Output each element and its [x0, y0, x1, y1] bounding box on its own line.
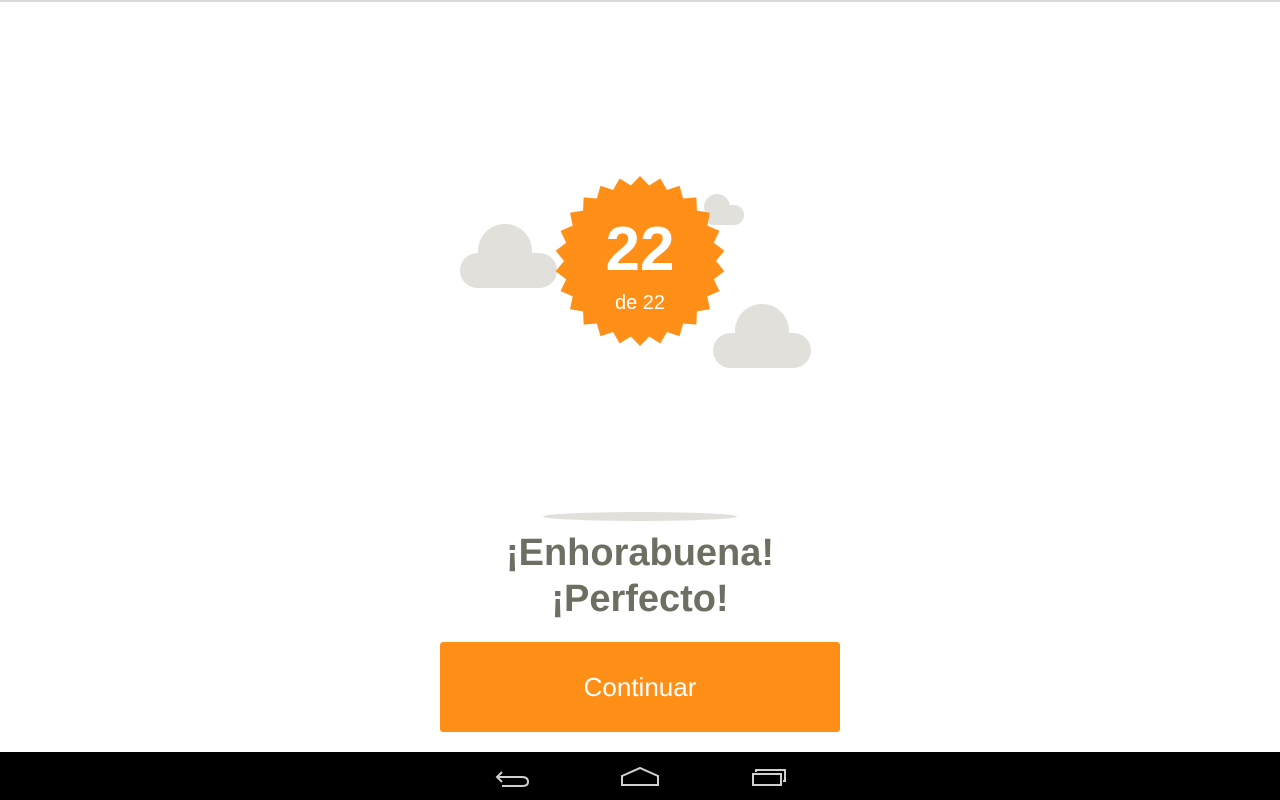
- back-icon: [495, 771, 530, 787]
- system-nav-bar: [0, 752, 1280, 800]
- score-badge: 22 de 22: [554, 175, 726, 347]
- lesson-complete-screen: 22 de 22 ¡Enhorabuena! ¡Perfecto! Contin…: [0, 0, 1280, 800]
- cloud-right-icon: [712, 303, 812, 369]
- cloud-left-icon: [459, 223, 559, 289]
- home-icon: [621, 766, 659, 786]
- continue-button[interactable]: Continuar: [440, 642, 840, 732]
- top-edge-divider: [0, 0, 1280, 2]
- score-total: de 22: [614, 292, 666, 314]
- home-button[interactable]: [608, 752, 672, 800]
- recent-apps-icon: [752, 769, 786, 786]
- score-number: 22: [605, 215, 675, 284]
- badge-shadow: [543, 512, 737, 521]
- congrats-line-1: ¡Enhorabuena!: [505, 532, 775, 574]
- congrats-message: ¡Enhorabuena! ¡Perfecto!: [340, 530, 940, 622]
- recent-apps-button[interactable]: [736, 752, 800, 800]
- congrats-line-2: ¡Perfecto!: [551, 578, 729, 620]
- back-button[interactable]: [480, 752, 544, 800]
